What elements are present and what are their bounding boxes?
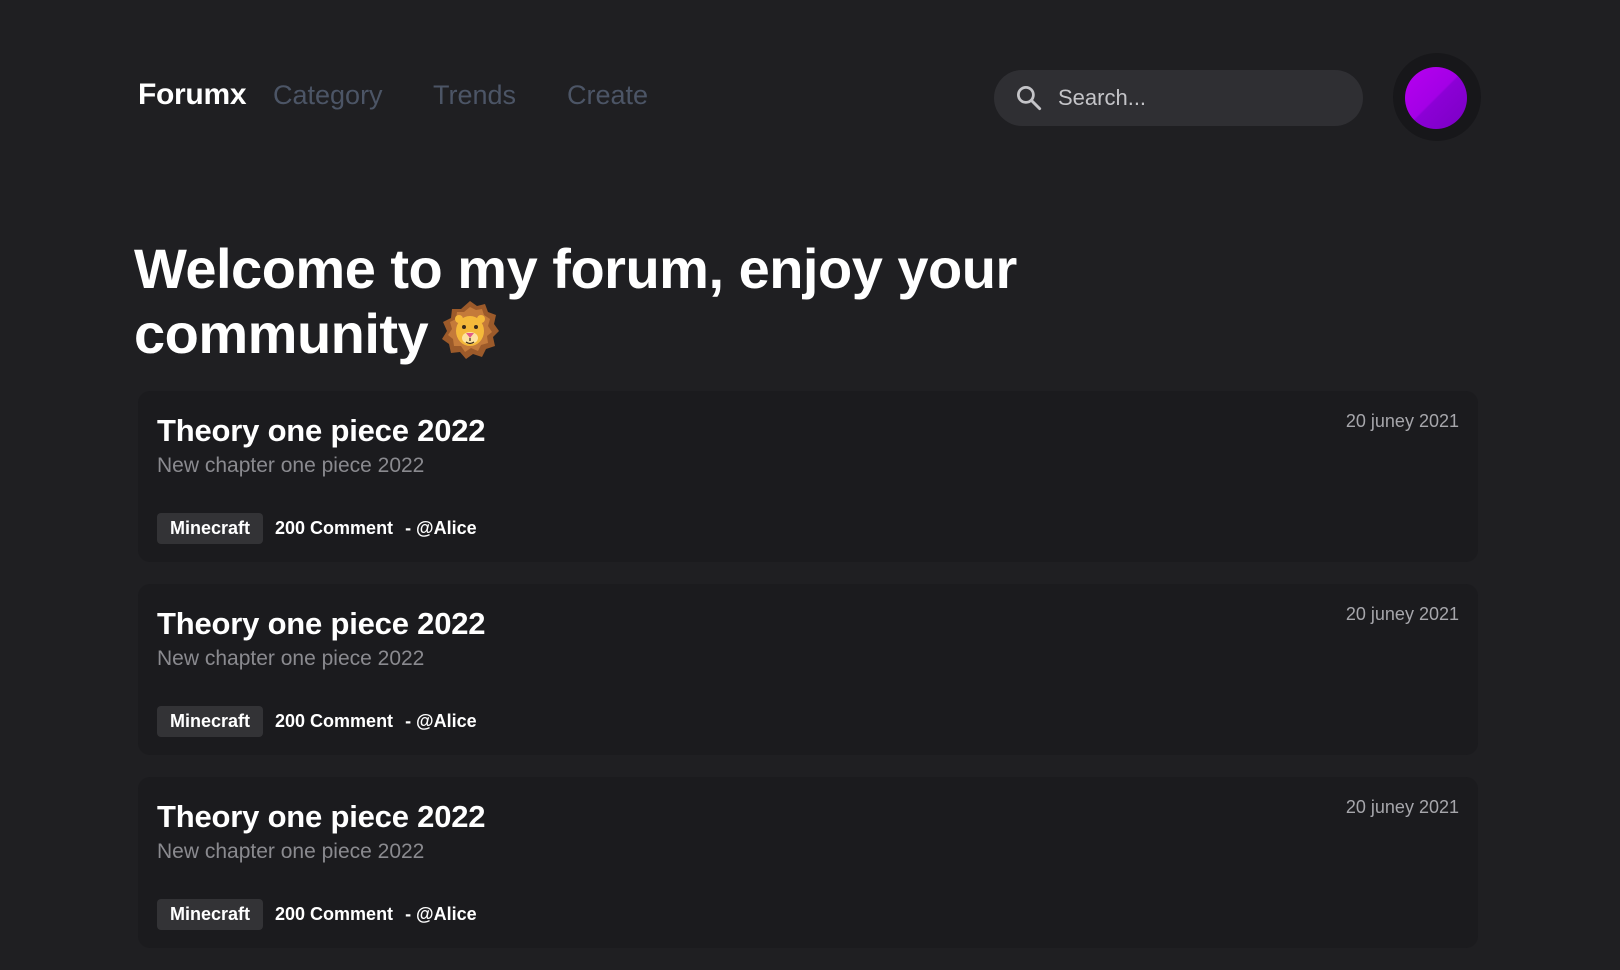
avatar[interactable] xyxy=(1405,67,1467,129)
page-title: Welcome to my forum, enjoy your communit… xyxy=(134,238,1034,364)
post-subtitle: New chapter one piece 2022 xyxy=(157,647,425,670)
lion-icon xyxy=(442,300,500,359)
post-meta: Minecraft 200 Comment - @Alice xyxy=(157,706,477,737)
post-date: 20 juney 2021 xyxy=(1345,604,1459,624)
post-author[interactable]: - @Alice xyxy=(405,904,477,925)
page: Forumx Category Trends Create Welcome to… xyxy=(0,0,1620,967)
comment-count: 200 Comment xyxy=(275,904,394,924)
category-tag[interactable]: Minecraft xyxy=(157,513,264,544)
post-date: 20 juney 2021 xyxy=(1345,411,1459,431)
post-author[interactable]: - @Alice xyxy=(405,711,477,732)
post-title[interactable]: Theory one piece 2022 xyxy=(157,413,486,449)
post-card[interactable]: Theory one piece 2022 New chapter one pi… xyxy=(138,584,1478,755)
nav-link-trends[interactable]: Trends xyxy=(433,80,516,111)
post-subtitle: New chapter one piece 2022 xyxy=(157,840,425,863)
post-card[interactable]: Theory one piece 2022 New chapter one pi… xyxy=(138,777,1478,948)
post-subtitle: New chapter one piece 2022 xyxy=(157,454,425,477)
post-title[interactable]: Theory one piece 2022 xyxy=(157,606,486,642)
hero-title-text: Welcome to my forum, enjoy your communit… xyxy=(134,236,1017,365)
nav-link-create[interactable]: Create xyxy=(567,80,648,111)
post-title[interactable]: Theory one piece 2022 xyxy=(157,799,486,835)
category-tag[interactable]: Minecraft xyxy=(157,899,264,930)
comment-count: 200 Comment xyxy=(275,711,394,731)
comment-count: 200 Comment xyxy=(275,518,394,538)
post-card[interactable]: Theory one piece 2022 New chapter one pi… xyxy=(138,391,1478,562)
logo[interactable]: Forumx xyxy=(138,78,247,112)
top-nav: Forumx Category Trends Create xyxy=(0,0,1620,195)
search-input[interactable] xyxy=(1056,84,1340,112)
post-meta: Minecraft 200 Comment - @Alice xyxy=(157,899,477,930)
post-meta: Minecraft 200 Comment - @Alice xyxy=(157,513,477,544)
search-icon xyxy=(1017,86,1042,111)
post-author[interactable]: - @Alice xyxy=(405,518,477,539)
post-list: Theory one piece 2022 New chapter one pi… xyxy=(138,391,1478,970)
category-tag[interactable]: Minecraft xyxy=(157,706,264,737)
nav-link-category[interactable]: Category xyxy=(273,80,383,111)
search-bar[interactable] xyxy=(994,70,1363,126)
post-date: 20 juney 2021 xyxy=(1345,797,1459,817)
